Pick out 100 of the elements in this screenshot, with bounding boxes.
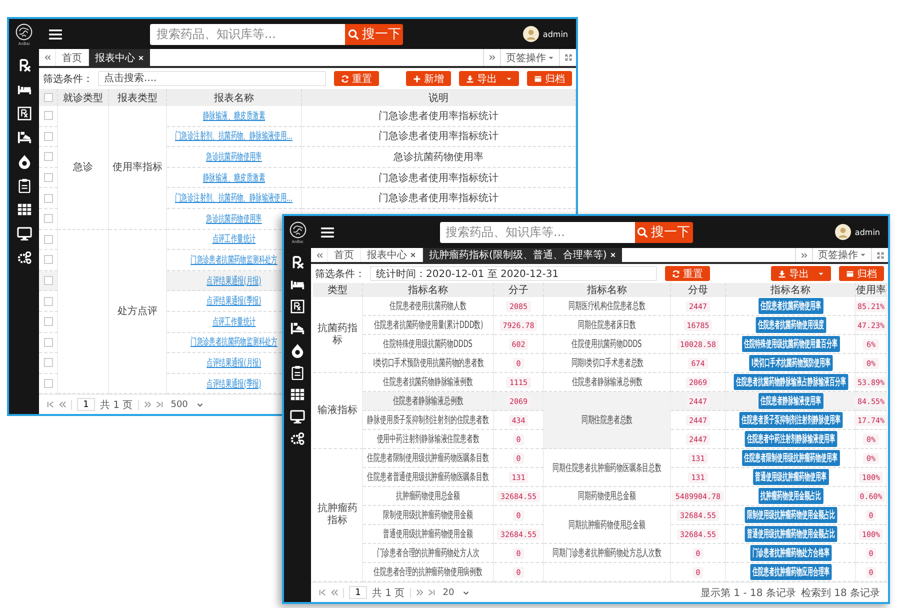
drop-icon[interactable]: [290, 343, 305, 358]
avatar-icon[interactable]: [522, 26, 539, 42]
indicator-tag[interactable]: 门诊患者抗肿瘤药物处方合格率: [750, 545, 832, 561]
row-checkbox[interactable]: [44, 317, 52, 326]
tab[interactable]: 报表中心: [88, 49, 150, 66]
action-button[interactable]: 重置: [334, 71, 379, 86]
clipboard-icon[interactable]: [16, 178, 32, 193]
menu-icon[interactable]: [49, 28, 62, 40]
page-size-select[interactable]: 20: [440, 588, 472, 598]
menu-icon[interactable]: [321, 226, 334, 238]
indicator-tag[interactable]: 住院患者静脉输液使用率: [758, 393, 823, 409]
row-checkbox[interactable]: [44, 379, 52, 388]
first-page-icon[interactable]: [319, 589, 326, 596]
filter-field[interactable]: 点击搜索....: [98, 71, 326, 86]
report-link[interactable]: 急诊抗菌药物使用率: [206, 212, 262, 226]
row-checkbox[interactable]: [44, 194, 52, 203]
page-size-select[interactable]: 500: [168, 400, 206, 410]
tab-menu[interactable]: 页签操作: [812, 248, 871, 262]
report-link[interactable]: 静脉输液、糖皮质激素: [203, 170, 265, 185]
indicator-tag[interactable]: 抗肿瘤药物使用金额占比: [758, 488, 823, 504]
indicator-tag[interactable]: 普通使用级抗肿瘤药物使用率: [752, 469, 828, 485]
action-button[interactable]: 重置: [665, 266, 710, 281]
tab-menu[interactable]: 页签操作: [500, 49, 559, 66]
indicator-tag[interactable]: 住院患者限制使用级抗肿瘤药物使用率: [742, 450, 840, 466]
search-button[interactable]: 搜一下: [345, 24, 404, 44]
previous-page-icon[interactable]: [331, 589, 338, 596]
report-link[interactable]: 门急诊患者抗菌药物监测科处方: [190, 252, 278, 267]
report-link[interactable]: 门急诊注射剂、抗菌药物、静脉输液使用...: [175, 191, 293, 206]
indicator-tag[interactable]: 住院患者抗肿瘤药物应用合理率: [750, 564, 832, 580]
indicator-tag[interactable]: 住院患者抗菌药物使用强度: [755, 317, 826, 333]
denominator-name: 同期Ⅰ类切口手术患者总数: [570, 356, 644, 370]
row-checkbox[interactable]: [44, 338, 52, 347]
search-field[interactable]: 搜索药品、知识库等...: [440, 222, 634, 242]
search-field[interactable]: 搜索药品、知识库等...: [150, 24, 346, 44]
action-button[interactable]: 导出: [459, 71, 519, 86]
monitor-icon[interactable]: [16, 226, 32, 241]
indicator-tag[interactable]: Ⅰ类切口手术抗菌药物预防使用率: [748, 355, 832, 371]
denominator-name: 同期药物使用总金额: [578, 490, 636, 503]
search-icon: [637, 226, 648, 238]
next-page-icon[interactable]: [144, 401, 151, 408]
tab[interactable]: 首页: [327, 248, 360, 262]
report-link[interactable]: 点评结果通报(季报): [206, 294, 262, 308]
row-checkbox[interactable]: [44, 276, 52, 286]
clipboard-icon[interactable]: [290, 365, 305, 380]
filter-field[interactable]: 统计时间：2020-12-01 至 2020-12-31: [370, 266, 657, 281]
first-page-icon[interactable]: [47, 401, 54, 408]
select-all-checkbox[interactable]: [44, 93, 52, 102]
row-checkbox[interactable]: [44, 296, 52, 306]
report-link[interactable]: 点评工作量统计: [212, 232, 256, 246]
action-button[interactable]: 归档: [527, 71, 572, 86]
monitor-icon[interactable]: [290, 409, 305, 424]
caret-icon[interactable]: [506, 76, 512, 80]
report-link[interactable]: 门急诊患者抗菌药物监测科处方: [190, 335, 278, 350]
hospital-bed-icon[interactable]: [290, 321, 305, 336]
search-button[interactable]: 搜一下: [634, 222, 692, 242]
last-page-icon[interactable]: [428, 589, 435, 596]
caret-icon[interactable]: [818, 272, 824, 276]
close-icon[interactable]: [410, 252, 416, 258]
action-button[interactable]: 新增: [406, 71, 451, 86]
indicator-tag[interactable]: 住院患者抗菌药物使用率: [758, 298, 823, 314]
indicator-tag[interactable]: 住院患者中药注射剂静脉输液使用率: [744, 431, 837, 447]
page-field[interactable]: 1: [349, 586, 367, 599]
prescription-box-icon[interactable]: [290, 299, 305, 314]
report-link[interactable]: 急诊抗菌药物使用率: [206, 150, 262, 164]
report-link[interactable]: 点评工作量统计: [212, 314, 256, 329]
report-link[interactable]: 点评结果通报(月报): [206, 356, 262, 370]
tab[interactable]: 抗肿瘤药指标(限制级、普通、合理率等): [422, 248, 622, 262]
previous-page-icon[interactable]: [59, 401, 66, 408]
prescription-icon[interactable]: [290, 255, 305, 270]
hospital-bed-icon[interactable]: [16, 130, 32, 145]
numerator-name: 住院患者抗菌药物使用量(累计DDD数): [373, 318, 483, 332]
row-checkbox[interactable]: [44, 234, 52, 244]
row-checkbox[interactable]: [44, 152, 52, 162]
prescription-box-icon[interactable]: [16, 106, 32, 121]
drop-icon[interactable]: [16, 154, 32, 169]
report-link[interactable]: 门急诊注射剂、抗菌药物、静脉输液使用...: [175, 129, 293, 144]
report-link[interactable]: 点评结果通报(季报): [206, 376, 262, 391]
settings-icon[interactable]: [290, 431, 305, 446]
table-icon[interactable]: [16, 202, 32, 217]
row-checkbox[interactable]: [44, 173, 52, 182]
indicator-tag[interactable]: 住院特殊使用级抗菌药物使用量百分率: [742, 336, 840, 352]
row-checkbox[interactable]: [44, 214, 52, 224]
page-field[interactable]: 1: [77, 398, 95, 412]
indicator-tag[interactable]: 住院患者质子泵抑制剂注射剂静脉使用率: [738, 412, 842, 428]
report-link[interactable]: 静脉输液、糖皮质激素: [203, 108, 265, 123]
row-checkbox[interactable]: [44, 111, 52, 120]
action-button[interactable]: 归档: [839, 266, 884, 281]
avatar-icon[interactable]: [834, 224, 851, 240]
indicator-tag[interactable]: 限制使用级抗肿瘤药物使用金额占比: [744, 507, 837, 523]
settings-icon[interactable]: [16, 250, 32, 265]
last-page-icon[interactable]: [156, 401, 163, 408]
indicator-tag[interactable]: 住院患者抗菌药物静脉输液占静脉输液百分率: [733, 374, 848, 390]
table-icon[interactable]: [290, 387, 305, 402]
indicator-tag[interactable]: 普通使用级抗肿瘤药物使用金额占比: [744, 526, 837, 542]
user-name: admin: [542, 30, 568, 38]
action-button[interactable]: 导出: [771, 266, 831, 281]
row-checkbox[interactable]: [44, 132, 52, 141]
row-checkbox[interactable]: [44, 358, 52, 368]
row-checkbox[interactable]: [44, 255, 52, 264]
next-page-icon[interactable]: [416, 589, 423, 596]
